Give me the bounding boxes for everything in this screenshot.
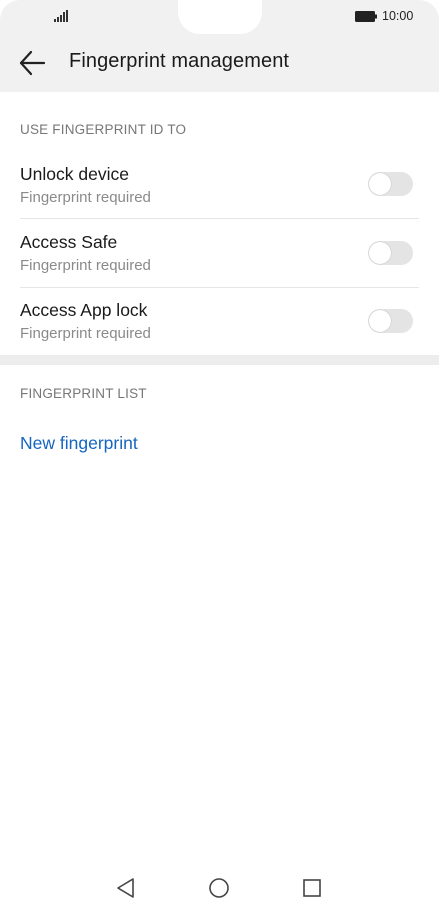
access-app-lock-toggle[interactable] [368, 309, 413, 333]
arrow-left-icon [19, 50, 46, 76]
setting-row-unlock-device[interactable]: Unlock device Fingerprint required [0, 151, 439, 219]
setting-title: Unlock device [20, 164, 129, 184]
setting-row-access-app-lock[interactable]: Access App lock Fingerprint required [0, 288, 439, 356]
toggle-knob [369, 310, 391, 332]
screen-corner-left [0, 0, 20, 20]
section-header-use-fingerprint: USE FINGERPRINT ID TO [20, 122, 187, 137]
circle-home-icon[interactable] [207, 876, 231, 900]
back-button[interactable] [16, 48, 48, 78]
setting-subtitle: Fingerprint required [20, 325, 151, 342]
app-bar: Fingerprint management [0, 34, 439, 92]
section-separator [0, 355, 439, 365]
status-time: 10:00 [382, 9, 414, 23]
page-title: Fingerprint management [69, 50, 290, 72]
system-navigation-bar [0, 862, 439, 914]
screen-corner-right [419, 0, 439, 20]
signal-icon [54, 10, 68, 22]
toggle-knob [369, 173, 391, 195]
setting-title: Access App lock [20, 300, 148, 320]
status-bar: 10:00 [0, 0, 439, 34]
access-safe-toggle[interactable] [368, 241, 413, 265]
battery-icon [355, 11, 377, 22]
triangle-back-icon[interactable] [114, 876, 138, 900]
camera-notch [178, 0, 262, 34]
new-fingerprint-link[interactable]: New fingerprint [20, 433, 138, 454]
square-recents-icon[interactable] [300, 876, 324, 900]
setting-row-access-safe[interactable]: Access Safe Fingerprint required [0, 219, 439, 287]
unlock-device-toggle[interactable] [368, 172, 413, 196]
toggle-knob [369, 242, 391, 264]
setting-subtitle: Fingerprint required [20, 257, 151, 274]
section-header-fingerprint-list: FINGERPRINT LIST [20, 386, 147, 401]
setting-subtitle: Fingerprint required [20, 189, 151, 206]
setting-title: Access Safe [20, 232, 118, 252]
